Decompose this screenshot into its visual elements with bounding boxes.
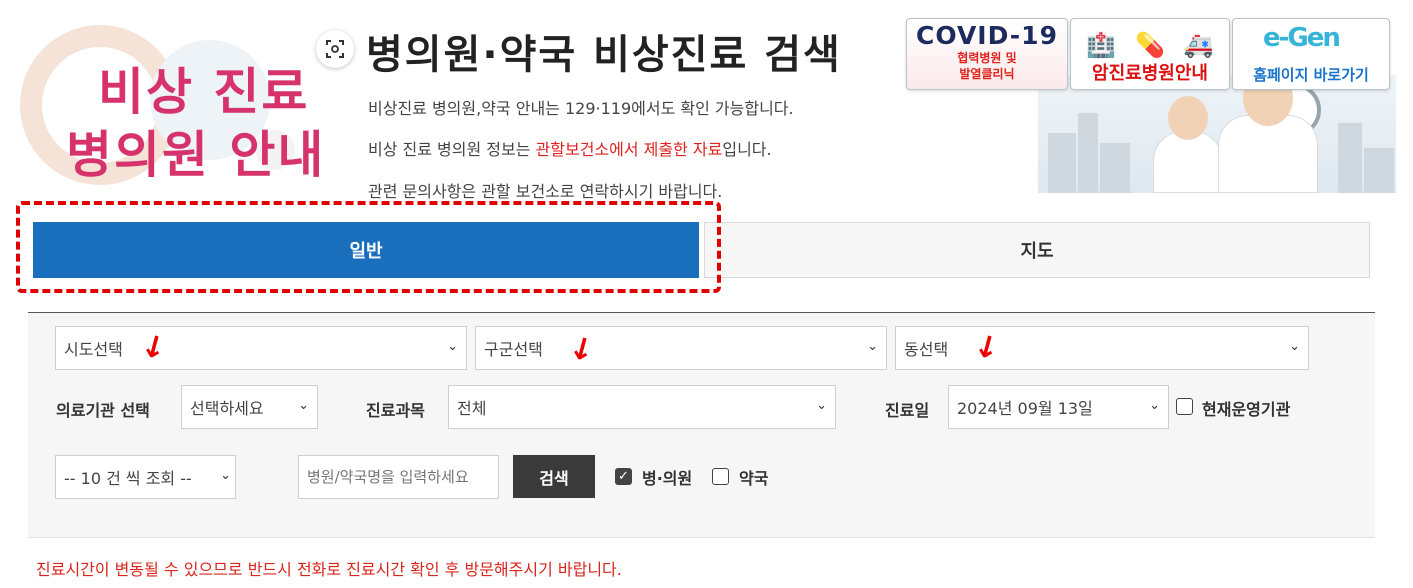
pharmacy-checkbox[interactable] xyxy=(712,468,729,485)
chevron-down-icon: ⌄ xyxy=(867,339,878,354)
covid-banner-link[interactable]: COVID-19 협력병원 및 발열클리닉 xyxy=(906,18,1068,90)
operating-checkbox[interactable] xyxy=(1176,398,1193,415)
name-search-input[interactable] xyxy=(298,455,499,499)
page-size-select[interactable]: -- 10 건 씩 조회 -- ⌄ xyxy=(55,455,236,499)
ambulance-icon: 🚑 xyxy=(1183,31,1214,59)
hospital-icon: 🏥 xyxy=(1086,31,1117,59)
notice-text: 진료시간이 변동될 수 있으므로 반드시 전화로 진료시간 확인 후 방문해주시… xyxy=(36,560,622,579)
gugun-select[interactable]: 구군선택 ⌄ xyxy=(475,326,887,370)
search-button[interactable]: 검색 xyxy=(513,455,595,498)
description-line-1: 비상진료 병의원,약국 안내는 129·119에서도 확인 가능합니다. xyxy=(368,99,794,118)
covid-banner-line-1: 협력병원 및 xyxy=(957,51,1017,65)
check-icon: ✓ xyxy=(618,469,629,484)
department-select[interactable]: 전체 ⌄ xyxy=(448,385,836,429)
dong-select[interactable]: 동선택 ⌄ xyxy=(895,326,1309,370)
hospital-checkbox[interactable]: ✓ xyxy=(615,468,632,485)
hospital-label: 병·의원 xyxy=(642,469,693,488)
covid-banner-line-2: 발열클리닉 xyxy=(959,67,1015,81)
emergency-banner-image: 비상 진료 병의원 안내 xyxy=(0,0,345,195)
chevron-down-icon: ⌄ xyxy=(816,398,827,413)
tab-map[interactable]: 지도 xyxy=(704,222,1370,278)
egen-homepage-banner-link[interactable]: e-Gen 홈페이지 바로가기 xyxy=(1232,18,1390,90)
homepage-banner-label: 홈페이지 바로가기 xyxy=(1253,66,1369,84)
chevron-down-icon: ⌄ xyxy=(1149,398,1160,413)
date-label: 진료일 xyxy=(885,401,930,420)
chevron-down-icon: ⌄ xyxy=(220,468,231,483)
operating-label: 현재운영기관 xyxy=(1202,400,1291,419)
highlighted-text: 관할보건소에서 제출한 자료 xyxy=(535,140,723,159)
covid-banner-title: COVID-19 xyxy=(916,21,1058,50)
pharmacy-label: 약국 xyxy=(739,469,769,488)
doctors-illustration xyxy=(1038,75,1396,193)
department-label: 진료과목 xyxy=(366,401,425,420)
tab-general[interactable]: 일반 xyxy=(33,222,699,278)
description-line-2: 비상 진료 병의원 정보는 관할보건소에서 제출한 자료입니다. xyxy=(368,140,772,159)
chevron-down-icon: ⌄ xyxy=(447,339,458,354)
cancer-hospital-banner-link[interactable]: 🏥 💊 🚑 암진료병원안내 xyxy=(1070,18,1230,90)
sido-select[interactable]: 시도선택 ⌄ xyxy=(55,326,467,370)
chevron-down-icon: ⌄ xyxy=(1289,339,1300,354)
chevron-down-icon: ⌄ xyxy=(298,398,309,413)
banner-line-2: 병의원 안내 xyxy=(66,126,326,184)
institution-select[interactable]: 선택하세요 ⌄ xyxy=(181,385,318,429)
page-title: 병의원·약국 비상진료 검색 xyxy=(366,32,842,78)
description-line-3: 관련 문의사항은 관할 보건소로 연락하시기 바랍니다. xyxy=(368,182,723,201)
institution-label: 의료기관 선택 xyxy=(56,401,150,420)
qr-scan-icon[interactable] xyxy=(316,30,354,68)
page-root: 비상 진료 병의원 안내 병의원·약국 비상진료 검색 비상진료 병의원,약국 … xyxy=(0,0,1413,588)
cancer-hospital-banner-label: 암진료병원안내 xyxy=(1092,63,1208,84)
medicine-icon: 💊 xyxy=(1135,31,1165,59)
egen-logo: e-Gen xyxy=(1263,23,1341,53)
date-select[interactable]: 2024년 09월 13일 ⌄ xyxy=(948,385,1169,429)
banner-line-1: 비상 진료 xyxy=(98,63,310,121)
